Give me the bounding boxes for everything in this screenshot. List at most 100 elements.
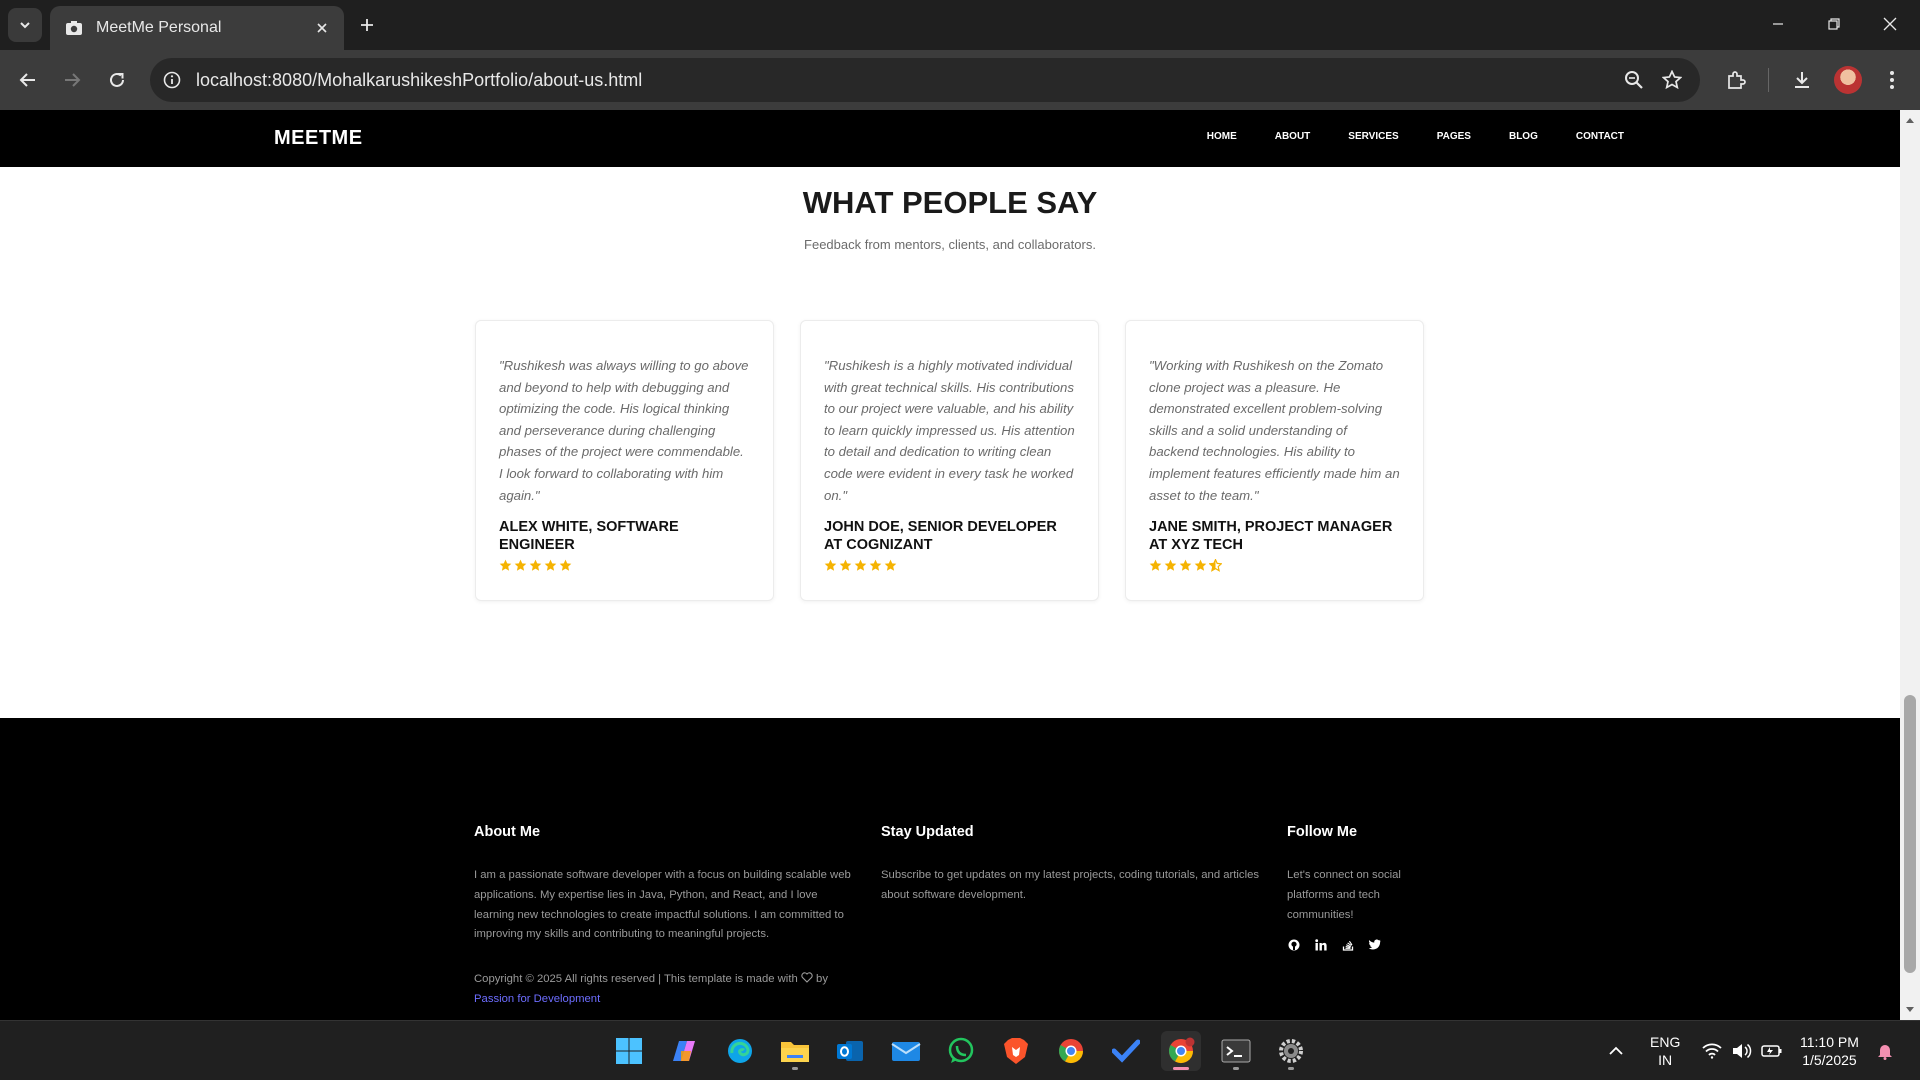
address-bar[interactable]: localhost:8080/MohalkarushikeshPortfolio… [150, 58, 1700, 102]
taskbar-whatsapp[interactable] [941, 1031, 981, 1071]
close-icon [1883, 17, 1897, 31]
star-icon [1194, 559, 1207, 571]
close-window-button[interactable] [1870, 6, 1910, 42]
github-icon[interactable] [1287, 938, 1300, 951]
whatsapp-icon [948, 1037, 974, 1063]
testimonial-card: "Rushikesh was always willing to go abov… [475, 320, 774, 602]
testimonials-title: WHAT PEOPLE SAY [802, 185, 1098, 220]
clock-date: 1/5/2025 [1802, 1052, 1857, 1068]
site-info-icon[interactable] [160, 68, 184, 92]
taskbar-copilot[interactable] [664, 1031, 704, 1071]
star-icon [839, 559, 852, 571]
scrollbar-thumb[interactable] [1904, 695, 1916, 973]
profile-avatar[interactable] [1834, 66, 1862, 94]
checkmark-icon [1112, 1039, 1140, 1063]
close-icon[interactable] [310, 16, 334, 40]
language-indicator[interactable]: ENG IN [1650, 1033, 1680, 1069]
browser-toolbar: localhost:8080/MohalkarushikeshPortfolio… [0, 50, 1920, 110]
star-half-icon [1209, 559, 1222, 573]
footer-updates-column: Stay Updated Subscribe to get updates on… [881, 824, 1261, 906]
chevron-down-icon [20, 22, 30, 29]
scroll-up-arrow-icon[interactable] [1904, 114, 1916, 126]
mail-icon [891, 1042, 921, 1061]
site-navbar: MEETME HOME ABOUT SERVICES PAGES BLOG CO… [0, 110, 1900, 167]
footer-credit-link[interactable]: Passion for Development [474, 993, 600, 1005]
taskbar-outlook[interactable] [830, 1031, 870, 1071]
page-scrollbar[interactable] [1900, 110, 1920, 1020]
star-icon [544, 559, 557, 571]
new-tab-button[interactable] [352, 10, 382, 40]
browser-menu-button[interactable] [1876, 64, 1908, 96]
footer-about-heading: About Me [474, 824, 541, 840]
twitter-icon[interactable] [1368, 938, 1381, 951]
taskbar-chrome[interactable] [1051, 1031, 1091, 1071]
stackoverflow-icon[interactable] [1341, 938, 1354, 951]
testimonial-quote: "Working with Rushikesh on the Zomato cl… [1149, 358, 1400, 503]
start-button[interactable] [609, 1031, 649, 1071]
taskbar-file-explorer[interactable] [775, 1031, 815, 1071]
footer-follow-text: Let's connect on social platforms and te… [1287, 869, 1401, 921]
forward-button[interactable] [56, 64, 88, 96]
restore-button[interactable] [1814, 6, 1854, 42]
region-code: IN [1658, 1052, 1673, 1068]
terminal-icon [1221, 1039, 1251, 1063]
tab-title: MeetMe Personal [96, 19, 222, 36]
chrome-icon [1058, 1039, 1083, 1064]
star-icon [869, 559, 882, 571]
restore-icon [1828, 18, 1840, 30]
wifi-icon[interactable] [1700, 1039, 1724, 1063]
scroll-down-arrow-icon[interactable] [1904, 1004, 1916, 1016]
testimonial-author: JANE SMITH, PROJECT MANAGER AT XYZ TECH [1149, 519, 1393, 554]
nav-link-contact[interactable]: CONTACT [1576, 131, 1624, 142]
bookmark-star-icon[interactable] [1658, 66, 1686, 94]
nav-link-pages[interactable]: PAGES [1437, 131, 1471, 142]
browser-tab-active[interactable]: MeetMe Personal [50, 6, 344, 50]
zoom-icon[interactable] [1620, 66, 1648, 94]
clock-time: 11:10 PM [1800, 1034, 1859, 1050]
nav-link-about[interactable]: ABOUT [1275, 131, 1311, 142]
taskbar-chrome-profile[interactable] [1161, 1031, 1201, 1071]
running-indicator [792, 1067, 798, 1070]
star-icon [559, 559, 572, 571]
arrow-right-icon [65, 73, 81, 87]
testimonials-subtitle: Feedback from mentors, clients, and coll… [804, 237, 1096, 252]
star-icon [854, 559, 867, 571]
star-icon [529, 559, 542, 571]
site-logo[interactable]: MEETME [274, 127, 363, 150]
url-text[interactable]: localhost:8080/MohalkarushikeshPortfolio… [196, 70, 642, 91]
volume-icon[interactable] [1730, 1039, 1754, 1063]
chrome-icon [1168, 1037, 1195, 1064]
chevron-up-icon[interactable] [1604, 1039, 1628, 1063]
star-rating [499, 559, 750, 572]
linkedin-icon[interactable] [1314, 938, 1327, 951]
nav-link-blog[interactable]: BLOG [1509, 131, 1538, 142]
tab-search-button[interactable] [8, 8, 42, 42]
star-icon [884, 559, 897, 571]
nav-link-home[interactable]: HOME [1207, 131, 1237, 142]
extensions-button[interactable] [1720, 64, 1752, 96]
nav-link-services[interactable]: SERVICES [1348, 131, 1398, 142]
downloads-button[interactable] [1786, 64, 1818, 96]
star-rating [824, 559, 1075, 572]
notification-bell-icon[interactable] [1873, 1039, 1897, 1063]
taskbar-todo[interactable] [1106, 1031, 1146, 1071]
back-button[interactable] [12, 64, 44, 96]
footer-follow-heading: Follow Me [1287, 824, 1358, 840]
system-clock[interactable]: 11:10 PM 1/5/2025 [1800, 1033, 1859, 1069]
testimonial-author: ALEX WHITE, SOFTWARE ENGINEER [499, 519, 679, 554]
windows-taskbar: ENG IN 11:10 PM 1/5/2025 [0, 1020, 1920, 1080]
taskbar-settings[interactable] [1271, 1031, 1311, 1071]
testimonial-quote: "Rushikesh is a highly motivated individ… [824, 358, 1075, 503]
star-icon [1149, 559, 1162, 571]
reload-button[interactable] [101, 64, 133, 96]
battery-icon[interactable] [1760, 1039, 1784, 1063]
minimize-button[interactable] [1758, 6, 1798, 42]
page-viewport: MEETME HOME ABOUT SERVICES PAGES BLOG CO… [0, 110, 1900, 1020]
footer-follow-column: Follow Me Let's connect on social platfo… [1287, 824, 1422, 951]
folder-icon [781, 1042, 809, 1062]
taskbar-brave[interactable] [996, 1031, 1036, 1071]
taskbar-mail[interactable] [886, 1031, 926, 1071]
taskbar-terminal[interactable] [1216, 1031, 1256, 1071]
copilot-icon [673, 1041, 695, 1061]
taskbar-edge[interactable] [720, 1031, 760, 1071]
